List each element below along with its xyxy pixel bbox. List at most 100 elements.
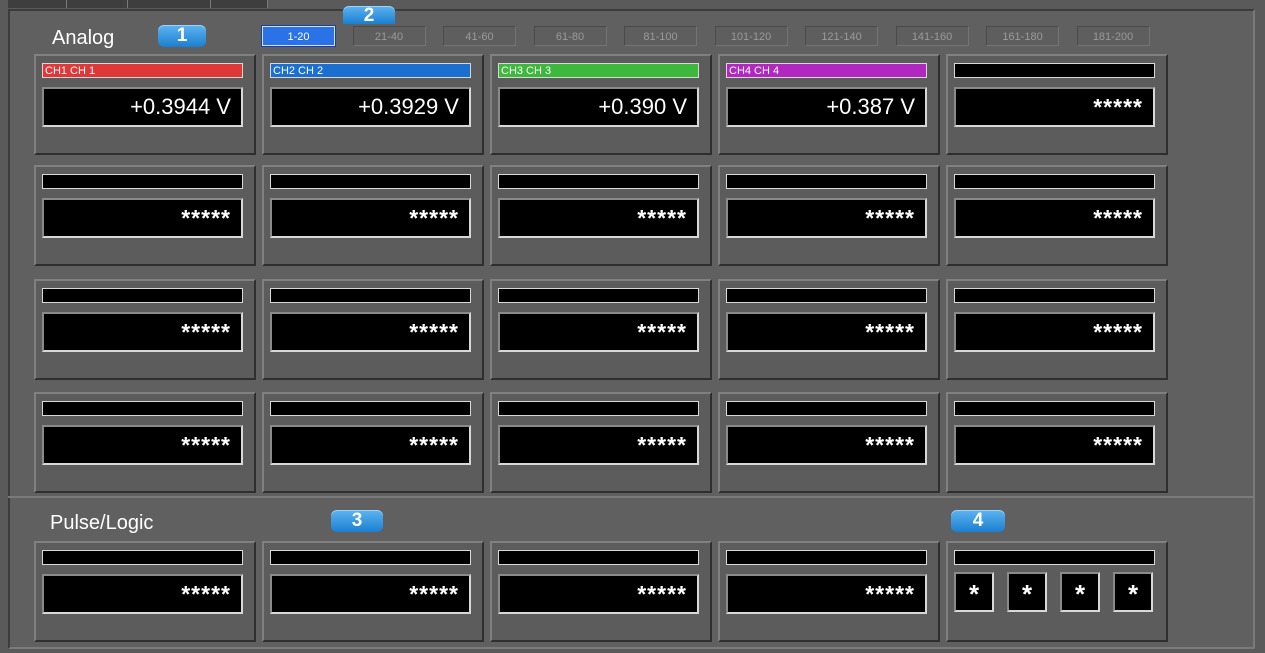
analog-channel-tile[interactable]: ***** <box>490 279 712 380</box>
pulse-badge: 3 <box>331 510 383 532</box>
logic-channel-label <box>954 550 1155 565</box>
pulse-channel-value: ***** <box>498 574 699 614</box>
section-divider <box>8 496 1255 498</box>
pages-badge: 2 <box>343 6 395 26</box>
logic-digit: * <box>1113 572 1153 612</box>
analog-channel-value: ***** <box>270 198 471 238</box>
analog-channel-label <box>270 174 471 189</box>
analog-channel-label <box>270 288 471 303</box>
analog-channel-value: +0.390 V <box>498 87 699 127</box>
logic-digit: * <box>1007 572 1047 612</box>
analog-channel-label: CH1 CH 1 <box>42 63 243 78</box>
analog-channel-value: ***** <box>498 425 699 465</box>
top-tab-4[interactable] <box>211 0 268 8</box>
page-button-81-100[interactable]: 81-100 <box>624 26 697 46</box>
analog-channel-value: ***** <box>270 425 471 465</box>
logic-digit: * <box>954 572 994 612</box>
analog-channel-label <box>954 63 1155 78</box>
analog-channel-tile[interactable]: ***** <box>946 54 1168 155</box>
page-button-181-200[interactable]: 181-200 <box>1076 26 1150 46</box>
analog-channel-value: ***** <box>42 425 243 465</box>
analog-channel-tile[interactable]: ***** <box>718 392 940 493</box>
analog-channel-label <box>42 174 243 189</box>
analog-channel-value: +0.3944 V <box>42 87 243 127</box>
analog-channel-value: +0.387 V <box>726 87 927 127</box>
page-button-61-80[interactable]: 61-80 <box>533 26 607 46</box>
analog-channel-tile[interactable]: CH2 CH 2 +0.3929 V <box>262 54 484 155</box>
analog-channel-value: ***** <box>726 198 927 238</box>
analog-channel-value: ***** <box>726 312 927 352</box>
analog-channel-tile[interactable]: ***** <box>946 392 1168 493</box>
analog-channel-value: ***** <box>270 312 471 352</box>
analog-channel-tile[interactable]: ***** <box>34 392 256 493</box>
pulse-channel-tile[interactable]: ***** <box>34 541 256 642</box>
top-tab-1[interactable] <box>8 0 67 8</box>
analog-channel-label <box>954 401 1155 416</box>
analog-badge: 1 <box>158 25 206 47</box>
analog-channel-value: ***** <box>726 425 927 465</box>
pulse-channel-value: ***** <box>726 574 927 614</box>
analog-channel-tile[interactable]: CH4 CH 4 +0.387 V <box>718 54 940 155</box>
pulse-channel-tile[interactable]: ***** <box>262 541 484 642</box>
analog-section-title: Analog <box>52 27 115 49</box>
top-tab-3[interactable] <box>128 0 211 8</box>
analog-channel-value: ***** <box>498 198 699 238</box>
analog-channel-label <box>726 174 927 189</box>
analog-channel-label <box>954 288 1155 303</box>
analog-channel-value: ***** <box>954 312 1155 352</box>
analog-channel-tile[interactable]: CH1 CH 1 +0.3944 V <box>34 54 256 155</box>
page-button-41-60[interactable]: 41-60 <box>443 26 516 46</box>
analog-channel-label <box>498 401 699 416</box>
analog-channel-value: +0.3929 V <box>270 87 471 127</box>
analog-channel-tile[interactable]: ***** <box>718 279 940 380</box>
pulse-channel-value: ***** <box>42 574 243 614</box>
analog-channel-label <box>726 401 927 416</box>
pulse-channel-value: ***** <box>270 574 471 614</box>
analog-channel-tile[interactable]: ***** <box>34 165 256 266</box>
analog-channel-tile[interactable]: ***** <box>262 279 484 380</box>
logic-digit: * <box>1060 572 1100 612</box>
pulse-channel-tile[interactable]: ***** <box>490 541 712 642</box>
pulse-channel-label <box>42 550 243 565</box>
analog-channel-label: CH4 CH 4 <box>726 63 927 78</box>
analog-channel-value: ***** <box>954 425 1155 465</box>
analog-channel-tile[interactable]: ***** <box>946 279 1168 380</box>
pulse-channel-tile[interactable]: ***** <box>718 541 940 642</box>
analog-channel-tile[interactable]: ***** <box>262 392 484 493</box>
analog-channel-label <box>498 288 699 303</box>
pulse-section-title: Pulse/Logic <box>50 512 154 534</box>
page-button-21-40[interactable]: 21-40 <box>352 26 426 46</box>
analog-channel-tile[interactable]: CH3 CH 3 +0.390 V <box>490 54 712 155</box>
logic-badge: 4 <box>951 510 1005 532</box>
analog-channel-tile[interactable]: ***** <box>490 165 712 266</box>
analog-channel-label: CH3 CH 3 <box>498 63 699 78</box>
analog-channel-tile[interactable]: ***** <box>946 165 1168 266</box>
analog-channel-label <box>42 401 243 416</box>
analog-channel-value: ***** <box>498 312 699 352</box>
analog-channel-tile[interactable]: ***** <box>718 165 940 266</box>
analog-channel-label <box>42 288 243 303</box>
analog-channel-label <box>954 174 1155 189</box>
page-button-161-180[interactable]: 161-180 <box>986 26 1059 46</box>
logic-channel-tile[interactable]: * * * * <box>946 541 1168 642</box>
analog-channel-value: ***** <box>954 198 1155 238</box>
pulse-channel-label <box>270 550 471 565</box>
analog-channel-tile[interactable]: ***** <box>34 279 256 380</box>
logic-digits: * * * * <box>954 572 1164 612</box>
analog-channel-value: ***** <box>42 198 243 238</box>
page-button-1-20[interactable]: 1-20 <box>262 26 335 46</box>
page-button-101-120[interactable]: 101-120 <box>714 26 788 46</box>
page-button-141-160[interactable]: 141-160 <box>895 26 969 46</box>
analog-channel-label <box>270 401 471 416</box>
analog-channel-value: ***** <box>954 87 1155 127</box>
page-button-121-140[interactable]: 121-140 <box>805 26 878 46</box>
pulse-channel-label <box>726 550 927 565</box>
pulse-channel-label <box>498 550 699 565</box>
analog-channel-label: CH2 CH 2 <box>270 63 471 78</box>
analog-channel-label <box>726 288 927 303</box>
analog-channel-tile[interactable]: ***** <box>490 392 712 493</box>
analog-channel-label <box>498 174 699 189</box>
top-tab-2[interactable] <box>67 0 128 8</box>
analog-channel-tile[interactable]: ***** <box>262 165 484 266</box>
analog-channel-value: ***** <box>42 312 243 352</box>
